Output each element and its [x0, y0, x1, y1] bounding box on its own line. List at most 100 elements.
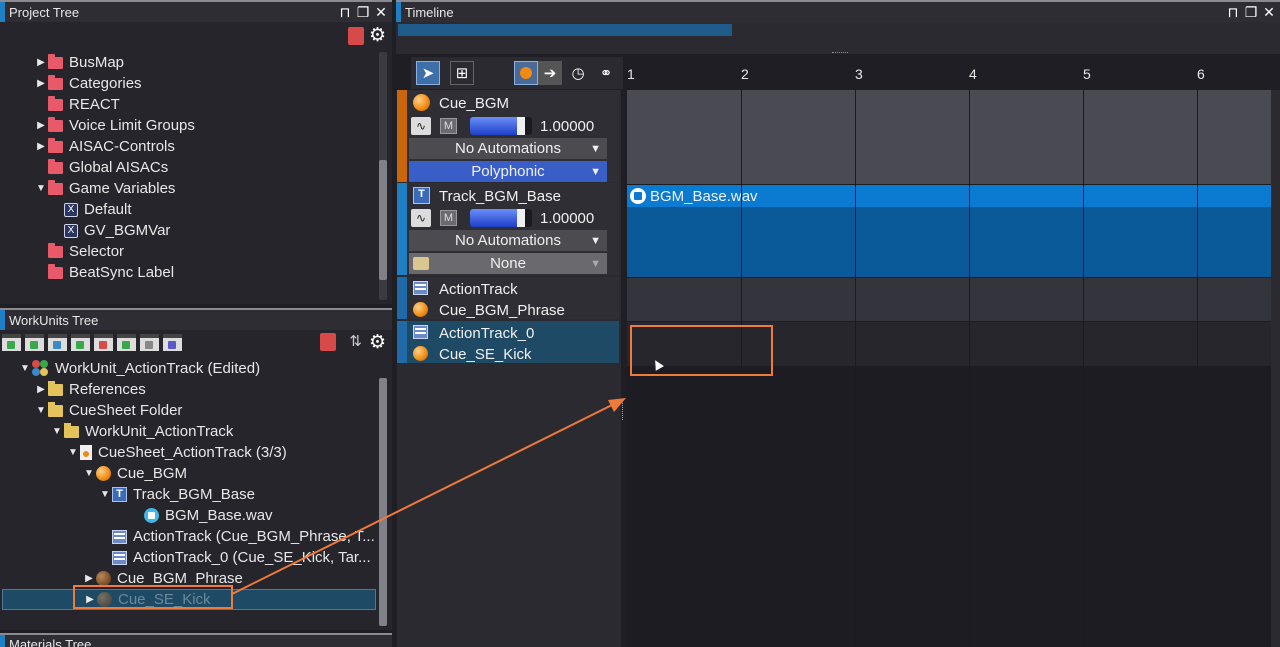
track-header-action-track-0[interactable]: ActionTrack_0 Cue_SE_Kick — [397, 321, 619, 363]
restore-icon[interactable]: ❐ — [1244, 4, 1258, 21]
folder-icon — [48, 116, 63, 132]
lane-track-bgm-base[interactable]: BGM_Base.wav — [627, 185, 1271, 277]
tree-item[interactable]: ▶ BusMap — [34, 52, 124, 73]
timeline-ruler[interactable]: 1 2 3 4 5 6 — [623, 57, 1271, 93]
automation-dropdown[interactable]: No Automations ▼ — [409, 230, 607, 251]
expand-down-icon[interactable]: ▼ — [66, 447, 80, 458]
volume-handle[interactable] — [517, 209, 525, 227]
timeline-scrollbar-right[interactable] — [1271, 90, 1280, 647]
selector-dropdown[interactable]: None ▼ — [409, 253, 607, 274]
lane-action-track[interactable] — [627, 278, 1271, 321]
tree-item[interactable]: BGM_Base.wav — [130, 505, 273, 526]
trash-icon[interactable] — [348, 27, 364, 45]
tree-item[interactable]: Global AISACs — [34, 157, 168, 178]
tree-item[interactable]: ▼ CueSheet_ActionTrack (3/3) — [66, 442, 287, 463]
splitter-handle[interactable] — [832, 52, 848, 55]
trash-icon[interactable] — [320, 333, 336, 351]
clock-icon[interactable]: ◷ — [566, 61, 590, 85]
expand-down-icon[interactable]: ▼ — [18, 363, 32, 374]
volume-slider[interactable] — [470, 117, 532, 135]
expand-down-icon[interactable]: ▼ — [82, 468, 96, 479]
workunit-tool-icon[interactable] — [94, 334, 113, 351]
pin-icon[interactable]: ⊓ — [1226, 4, 1240, 21]
workunit-tool-icon[interactable] — [2, 334, 21, 351]
gear-icon[interactable]: ⚙ — [369, 331, 386, 354]
marquee-tool-button[interactable]: ⊞ — [450, 61, 474, 85]
track-header-action-track[interactable]: ActionTrack Cue_BGM_Phrase — [397, 277, 619, 319]
workunit-tool-icon[interactable] — [48, 334, 67, 351]
expand-right-icon[interactable]: ▶ — [34, 384, 48, 395]
tree-item[interactable]: ▼ Game Variables — [34, 178, 175, 199]
workunit-tool-icon[interactable] — [25, 334, 44, 351]
expand-down-icon[interactable]: ▼ — [50, 426, 64, 437]
tree-item[interactable]: ActionTrack_0 (Cue_SE_Kick, Tar... — [98, 547, 371, 568]
tree-item[interactable]: ▼ WorkUnit_ActionTrack (Edited) — [18, 358, 260, 379]
waveform-icon[interactable]: ∿ — [411, 117, 431, 135]
tree-item[interactable]: X Default — [50, 199, 132, 220]
mute-button[interactable]: M — [440, 118, 457, 134]
gear-icon[interactable]: ⚙ — [369, 26, 386, 45]
expand-down-icon[interactable]: ▼ — [34, 183, 48, 194]
link-icon[interactable]: ⚭ — [594, 61, 618, 85]
tree-item[interactable]: ActionTrack (Cue_BGM_Phrase, T... — [98, 526, 375, 547]
tree-item[interactable]: ▼ T Track_BGM_Base — [98, 484, 255, 505]
automation-dropdown[interactable]: No Automations ▼ — [409, 138, 607, 159]
tree-item[interactable]: REACT — [34, 94, 120, 115]
close-icon[interactable]: ✕ — [374, 4, 388, 21]
tree-item[interactable]: ▶ AISAC-Controls — [34, 136, 175, 157]
tree-item[interactable]: ▶ Cue_BGM_Phrase — [82, 568, 243, 589]
scrollbar-thumb[interactable] — [379, 378, 387, 626]
panel-title: Materials Tree — [9, 636, 92, 647]
expand-right-icon[interactable]: ▶ — [34, 57, 48, 68]
tree-item[interactable]: Selector — [34, 241, 124, 262]
snap-orange-button[interactable] — [514, 61, 538, 85]
project-tree-scrollbar[interactable] — [379, 52, 387, 300]
sort-icon[interactable]: ⇅ — [349, 332, 362, 350]
workunit-tool-icon[interactable] — [140, 334, 159, 351]
tree-item[interactable]: ▼ WorkUnit_ActionTrack — [50, 421, 233, 442]
expand-right-icon[interactable]: ▶ — [34, 78, 48, 89]
mute-button[interactable]: M — [440, 210, 457, 226]
expand-right-icon[interactable]: ▶ — [34, 141, 48, 152]
scrollbar-thumb[interactable] — [379, 160, 387, 280]
tree-item[interactable]: ▶ Categories — [34, 73, 142, 94]
snap-arrow-button[interactable]: ➔ — [538, 61, 562, 85]
volume-slider[interactable] — [470, 209, 532, 227]
restore-icon[interactable]: ❐ — [356, 4, 370, 21]
tree-item[interactable]: ▼ CueSheet Folder — [34, 400, 182, 421]
tree-item-selected[interactable]: ▶ Cue_SE_Kick — [2, 589, 376, 610]
track-header-track-bgm-base[interactable]: T Track_BGM_Base ∿ M 1.00000 No Automati… — [397, 183, 619, 275]
action-track-icon — [112, 529, 127, 544]
expand-right-icon[interactable]: ▶ — [83, 594, 97, 605]
overview-range[interactable] — [398, 24, 732, 36]
timeline-overview[interactable] — [396, 22, 1280, 54]
tree-item[interactable]: ▶ References — [34, 379, 146, 400]
folder-icon — [48, 95, 63, 111]
track-header-cue-bgm[interactable]: Cue_BGM ∿ M 1.00000 No Automations ▼ Pol… — [397, 90, 619, 182]
expand-down-icon[interactable]: ▼ — [34, 405, 48, 416]
workunits-tree-scrollbar[interactable] — [379, 378, 387, 626]
cue-icon — [413, 94, 430, 111]
expand-down-icon[interactable]: ▼ — [98, 489, 112, 500]
track-color-strip — [397, 321, 407, 363]
workunit-tool-icon[interactable] — [117, 334, 136, 351]
workunit-tool-icon[interactable] — [163, 334, 182, 351]
pin-icon[interactable]: ⊓ — [338, 4, 352, 21]
pointer-tool-button[interactable]: ➤ — [416, 61, 440, 85]
play-mode-dropdown[interactable]: Polyphonic ▼ — [409, 161, 607, 182]
expand-right-icon[interactable]: ▶ — [34, 120, 48, 131]
tree-item[interactable]: X GV_BGMVar — [50, 220, 170, 241]
audio-clip[interactable]: BGM_Base.wav — [627, 185, 1271, 207]
tree-item[interactable]: ▼ Cue_BGM — [82, 463, 187, 484]
tree-item[interactable]: BeatSync Label — [34, 262, 174, 283]
tree-item[interactable]: ▶ Voice Limit Groups — [34, 115, 195, 136]
playhead-marker[interactable] — [622, 400, 625, 420]
close-icon[interactable]: ✕ — [1262, 4, 1276, 21]
volume-handle[interactable] — [517, 117, 525, 135]
header-accent — [0, 2, 5, 22]
workunit-tool-icon[interactable] — [71, 334, 90, 351]
expand-right-icon[interactable]: ▶ — [82, 573, 96, 584]
tool-icon-dot — [168, 341, 176, 349]
waveform-icon[interactable]: ∿ — [411, 209, 431, 227]
lane-cue-bgm[interactable] — [627, 90, 1271, 184]
